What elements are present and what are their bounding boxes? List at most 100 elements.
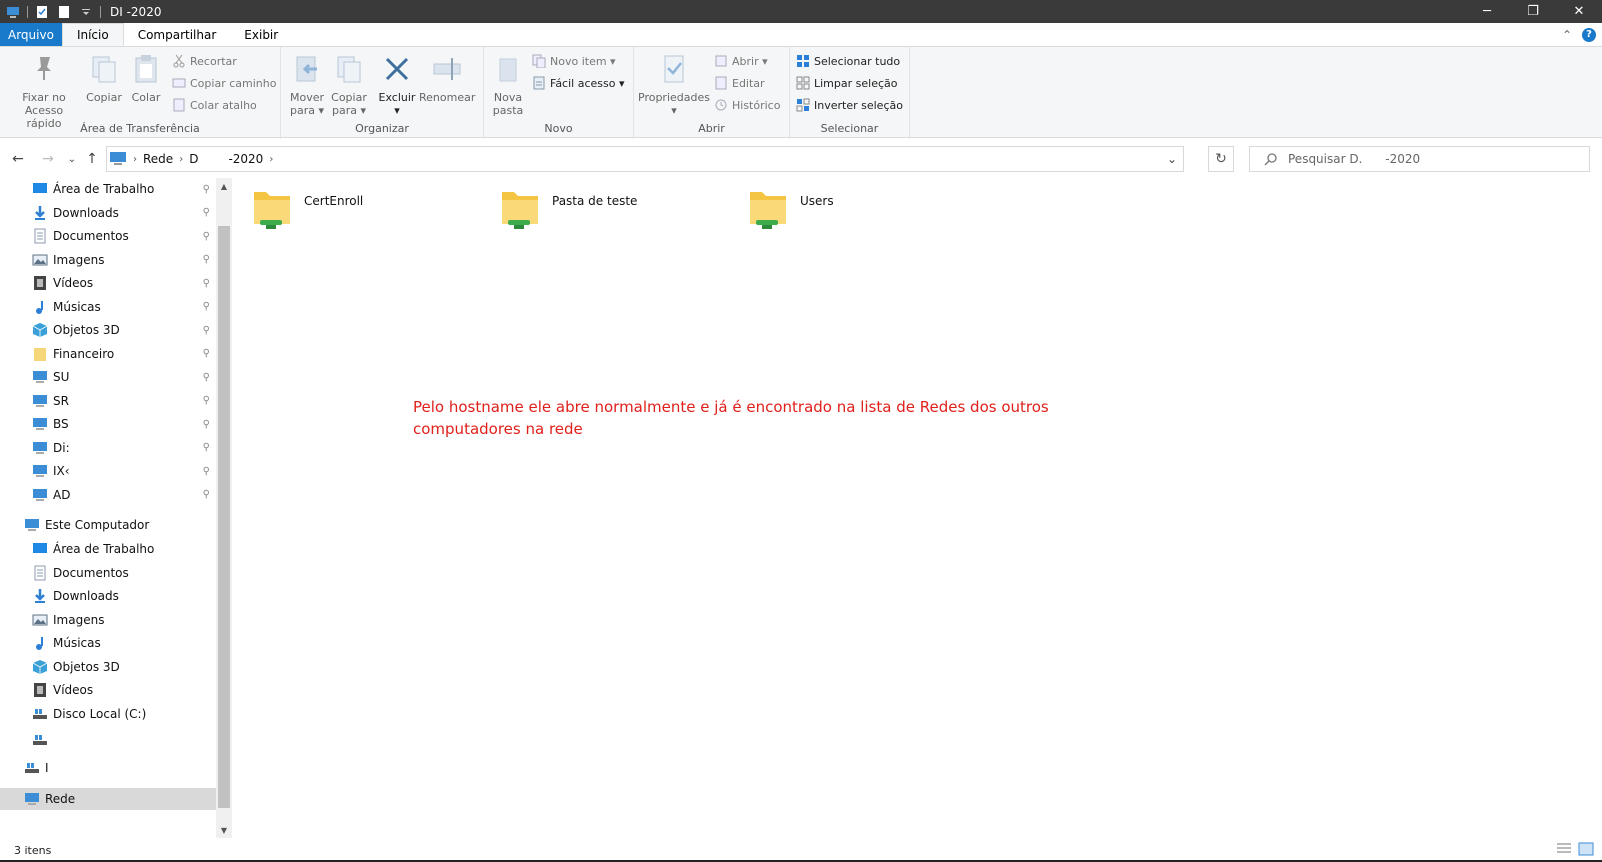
invert-selection-button[interactable]: Inverter seleção — [796, 96, 903, 114]
close-button[interactable]: ✕ — [1556, 0, 1602, 23]
sidebar-item[interactable]: Músicas — [0, 632, 216, 654]
folder-item[interactable]: CertEnroll — [250, 184, 363, 236]
sidebar-item-label: Vídeos — [53, 683, 94, 697]
search-box[interactable]: Pesquisar D. -2020 — [1249, 146, 1590, 172]
sidebar-item[interactable]: Di: ⚲ — [0, 437, 216, 459]
maximize-button[interactable]: ❐ — [1510, 0, 1556, 23]
history-button[interactable]: Histórico — [714, 96, 780, 114]
document-icon — [34, 565, 46, 580]
paste-shortcut-button[interactable]: Colar atalho — [172, 96, 257, 114]
copy-button[interactable]: Copiar — [84, 53, 124, 104]
edit-button[interactable]: Editar — [714, 74, 765, 92]
scroll-down-arrow[interactable]: ▼ — [216, 822, 232, 838]
new-item-button[interactable]: Novo item ▾ — [532, 52, 616, 70]
delete-label-1: Excluir — [378, 91, 416, 104]
sidebar-item[interactable]: Disco Local (C:) — [0, 703, 216, 725]
properties-icon — [664, 55, 684, 83]
ribbon: Fixar no Acesso rápido Copiar Colar Reco… — [0, 46, 1602, 139]
forward-button[interactable]: → — [38, 149, 58, 169]
large-icons-view-icon[interactable] — [1578, 842, 1594, 856]
sidebar-item[interactable]: Este Computador — [0, 514, 216, 536]
delete-button[interactable]: Excluir ▾ — [377, 53, 417, 117]
select-none-button[interactable]: Limpar seleção — [796, 74, 897, 92]
open-button[interactable]: Abrir ▾ — [714, 52, 768, 70]
breadcrumb-host[interactable]: D — [189, 152, 198, 166]
properties-icon[interactable] — [35, 5, 49, 19]
sidebar-item[interactable]: Área de Trabalho — [0, 538, 216, 560]
paste-shortcut-icon — [173, 98, 185, 112]
easy-access-button[interactable]: Fácil acesso ▾ — [532, 74, 624, 92]
address-bar[interactable]: › Rede › D -2020 › ⌄ — [106, 146, 1184, 172]
tab-home[interactable]: Início — [61, 23, 124, 46]
sidebar-item[interactable]: Downloads — [0, 585, 216, 607]
new-folder-button[interactable]: Nova pasta — [488, 53, 528, 117]
sidebar-item[interactable]: Vídeos — [0, 679, 216, 701]
up-button[interactable]: ↑ — [82, 149, 102, 169]
sidebar-item-label: Músicas — [53, 299, 101, 314]
recent-locations-button[interactable]: ⌄ — [62, 149, 82, 169]
select-all-label: Selecionar tudo — [814, 54, 901, 68]
folder-item[interactable]: Users — [746, 184, 834, 236]
scroll-thumb[interactable] — [218, 226, 230, 808]
sidebar-item-label: Downloads — [53, 589, 119, 603]
window-title: DI -2020 — [110, 4, 162, 19]
sidebar-item-label: Documentos — [53, 565, 129, 580]
shared-folder-icon — [502, 192, 538, 229]
pin-label-1: Fixar no — [22, 91, 66, 104]
tab-view[interactable]: Exibir — [230, 23, 292, 46]
sidebar-item[interactable]: Objetos 3D ⚲ — [0, 319, 216, 341]
move-to-icon — [296, 56, 317, 82]
sidebar-item[interactable]: SR ⚲ — [0, 390, 216, 412]
sidebar-item[interactable]: Documentos ⚲ — [0, 225, 216, 247]
back-button[interactable]: ← — [8, 149, 28, 169]
new-folder-icon[interactable] — [57, 5, 71, 19]
sidebar-item[interactable]: IX‹ ⚲ — [0, 460, 216, 482]
sidebar-item-label: Di: — [53, 440, 70, 455]
rename-icon — [433, 58, 461, 80]
sidebar-item[interactable]: AD ⚲ — [0, 484, 216, 506]
breadcrumb-host-suffix[interactable]: -2020 — [228, 152, 263, 166]
refresh-button[interactable]: ↻ — [1208, 146, 1234, 172]
sidebar-item[interactable]: Imagens ⚲ — [0, 249, 216, 271]
sidebar-item[interactable] — [0, 729, 216, 751]
rename-button[interactable]: Renomear — [419, 53, 475, 104]
copy-path-button[interactable]: Copiar caminho — [172, 74, 276, 92]
sidebar-item[interactable]: Objetos 3D — [0, 656, 216, 678]
sidebar-item[interactable]: Downloads ⚲ — [0, 202, 216, 224]
sidebar-item[interactable]: BS ⚲ — [0, 413, 216, 435]
properties-button[interactable]: Propriedades ▾ — [638, 53, 710, 117]
sidebar-item[interactable]: I — [0, 757, 216, 779]
sidebar-item[interactable]: Músicas ⚲ — [0, 296, 216, 318]
tab-file[interactable]: Arquivo — [0, 23, 62, 46]
sidebar-item-label: I — [45, 761, 49, 775]
folder-item[interactable]: Pasta de teste — [498, 184, 637, 236]
scroll-up-arrow[interactable]: ▲ — [216, 178, 232, 194]
explorer-icon[interactable] — [6, 5, 20, 19]
minimize-button[interactable]: ─ — [1464, 0, 1510, 23]
sidebar-item[interactable]: Imagens — [0, 609, 216, 631]
cut-button[interactable]: Recortar — [172, 52, 237, 70]
details-view-icon[interactable] — [1556, 842, 1572, 856]
sidebar-item[interactable]: Rede — [0, 788, 216, 810]
breadcrumb-network[interactable]: Rede — [143, 152, 173, 166]
collapse-ribbon-icon[interactable]: ⌃ — [1562, 28, 1572, 42]
sidebar-item[interactable]: SU ⚲ — [0, 366, 216, 388]
select-all-button[interactable]: Selecionar tudo — [796, 52, 900, 70]
customize-toolbar-icon[interactable] — [79, 5, 93, 19]
sidebar-item[interactable]: Vídeos ⚲ — [0, 272, 216, 294]
copy-to-button[interactable]: Copiar para ▾ — [329, 53, 369, 117]
pin-quick-access-button[interactable]: Fixar no Acesso rápido — [6, 53, 82, 130]
address-dropdown-icon[interactable]: ⌄ — [1167, 152, 1177, 166]
paste-button[interactable]: Colar — [126, 53, 166, 104]
help-icon[interactable]: ? — [1582, 27, 1596, 42]
paste-icon — [135, 55, 157, 83]
move-to-button[interactable]: Mover para ▾ — [287, 53, 327, 117]
nav-scrollbar[interactable]: ▲ ▼ — [216, 178, 232, 838]
sidebar-item[interactable]: Documentos — [0, 562, 216, 584]
window-controls: ─ ❐ ✕ — [1464, 0, 1602, 23]
sidebar-item[interactable]: Área de Trabalho ⚲ — [0, 178, 216, 200]
tab-share[interactable]: Compartilhar — [124, 23, 231, 46]
sidebar-item[interactable]: Financeiro ⚲ — [0, 343, 216, 365]
organize-group: Mover para ▾ Copiar para ▾ Excluir ▾ Ren… — [281, 47, 484, 139]
paste-shortcut-label: Colar atalho — [190, 98, 257, 112]
